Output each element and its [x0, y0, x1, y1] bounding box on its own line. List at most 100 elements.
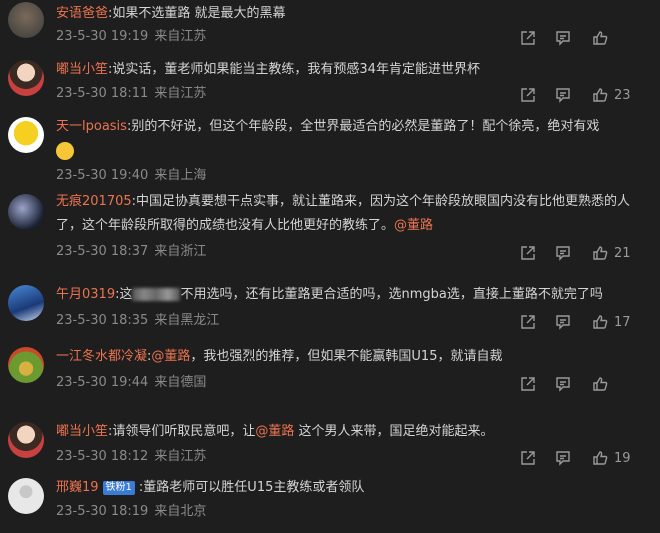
comment-text: 嘟当小笙:说实话，董老师如果能当主教练，我有预感34年肯定能进世界杯 — [56, 58, 640, 82]
comment-meta: 23-5-30 19:19 来自江苏 — [56, 28, 212, 46]
avatar[interactable] — [8, 285, 44, 321]
location: 来自黑龙江 — [154, 313, 220, 328]
location: 来自江苏 — [154, 449, 207, 464]
like-count: 21 — [614, 245, 631, 261]
share-icon — [521, 88, 535, 102]
location: 来自北京 — [154, 504, 207, 519]
like-button[interactable]: 21 — [592, 243, 631, 263]
username[interactable]: 一江冬水都冷凝 — [56, 349, 147, 364]
timestamp: 23-5-30 19:44 — [56, 375, 149, 390]
mention-link[interactable]: @董路 — [151, 349, 190, 364]
comment-icon — [556, 88, 570, 103]
username[interactable]: 无痕201705 — [56, 194, 132, 209]
share-icon — [521, 451, 535, 465]
mention-link[interactable]: @董路 — [255, 424, 294, 439]
timestamp: 23-5-30 19:40 — [56, 168, 149, 183]
username[interactable]: 邢巍19 — [56, 480, 99, 495]
comment-meta: 23-5-30 18:12 来自江苏 — [56, 448, 212, 466]
username[interactable]: 天一lpoasis — [56, 119, 127, 134]
like-button[interactable] — [592, 374, 614, 394]
thumbs-up-icon — [593, 377, 608, 391]
comment-text: 天一lpoasis:别的不好说，但这个年龄段，全世界最适合的必然是董路了！配个徐… — [56, 115, 640, 163]
comment-body: :这 — [115, 287, 133, 302]
mention-link[interactable]: @董路 — [394, 218, 433, 233]
like-button[interactable] — [592, 28, 614, 48]
comment-meta: 23-5-30 19:40 来自上海 — [56, 167, 212, 185]
username[interactable]: 嘟当小笙 — [56, 62, 108, 77]
like-button[interactable]: 19 — [592, 448, 631, 468]
thumbs-up-icon — [593, 246, 608, 260]
comment-text: 午月0319:这 不用选吗，还有比董路更合适的吗，选nmgba选，直接上董路不就完… — [56, 283, 640, 307]
avatar[interactable] — [8, 422, 44, 458]
location: 来自江苏 — [154, 29, 207, 44]
reply-button[interactable] — [555, 312, 571, 332]
comment-text: 一江冬水都冷凝:@董路，我也强烈的推荐，但如果不能赢韩国U15，就请自裁 — [56, 345, 640, 369]
comment-text: 邢巍19 铁粉1:董路老师可以胜任U15主教练或者领队 — [56, 476, 640, 500]
comment-meta: 23-5-30 18:19 来自北京 — [56, 503, 212, 521]
like-button[interactable]: 23 — [592, 85, 631, 105]
reply-button[interactable] — [555, 243, 571, 263]
share-button[interactable] — [520, 243, 536, 263]
comment-text: 安语爸爸:如果不选董路 就是最大的黑幕 — [56, 2, 640, 26]
comment-icon — [556, 451, 570, 466]
avatar[interactable] — [8, 194, 44, 230]
censored-text — [132, 288, 181, 301]
timestamp: 23-5-30 18:19 — [56, 504, 149, 519]
comment-body-continued: 不用选吗，还有比董路更合适的吗，选nmgba选，直接上董路不就完了吗 — [180, 287, 603, 302]
timestamp: 23-5-30 18:11 — [56, 86, 149, 101]
username[interactable]: 午月0319 — [56, 287, 115, 302]
username[interactable]: 安语爸爸 — [56, 6, 108, 21]
share-icon — [521, 315, 535, 329]
comment-icon — [556, 246, 570, 261]
comment-meta: 23-5-30 18:37 来自浙江 — [56, 243, 212, 261]
comment-actions: 17 — [520, 312, 660, 332]
avatar[interactable] — [8, 60, 44, 96]
location: 来自上海 — [154, 168, 207, 183]
share-icon — [521, 377, 535, 391]
thumbs-up-icon — [593, 31, 608, 45]
comment-actions: 19 — [520, 448, 660, 468]
reply-button[interactable] — [555, 448, 571, 468]
comment-text: 无痕201705:中国足协真要想干点实事，就让董路来，因为这个年龄段放眼国内没有… — [56, 190, 640, 238]
reply-button[interactable] — [555, 28, 571, 48]
laughing-emoji-icon — [56, 141, 74, 160]
timestamp: 23-5-30 19:19 — [56, 29, 149, 44]
avatar[interactable] — [8, 478, 44, 514]
location: 来自德国 — [154, 375, 207, 390]
avatar[interactable] — [8, 117, 44, 153]
comment-actions: 21 — [520, 243, 660, 263]
location: 来自江苏 — [154, 86, 207, 101]
timestamp: 23-5-30 18:37 — [56, 244, 149, 259]
comment-body: :中国足协真要想干点实事，就让董路来，因为这个年龄段放眼国内没有比他更熟悉的人了… — [56, 194, 631, 233]
comment-body: :如果不选董路 就是最大的黑幕 — [108, 6, 286, 21]
comment-actions: 23 — [520, 85, 660, 105]
share-button[interactable] — [520, 448, 536, 468]
fan-badge: 铁粉1 — [102, 480, 135, 495]
reply-button[interactable] — [555, 85, 571, 105]
avatar[interactable] — [8, 2, 44, 38]
like-button[interactable]: 17 — [592, 312, 631, 332]
comment-actions — [520, 374, 660, 394]
location: 来自浙江 — [154, 244, 207, 259]
timestamp: 23-5-30 18:12 — [56, 449, 149, 464]
share-button[interactable] — [520, 312, 536, 332]
avatar[interactable] — [8, 347, 44, 383]
comment-text: 嘟当小笙:请领导们听取民意吧，让@董路 这个男人来带，国足绝对能起来。 — [56, 420, 640, 444]
share-button[interactable] — [520, 374, 536, 394]
comment-icon — [556, 377, 570, 392]
share-button[interactable] — [520, 85, 536, 105]
comment-body: :董路老师可以胜任U15主教练或者领队 — [138, 480, 365, 495]
comment-meta: 23-5-30 19:44 来自德国 — [56, 374, 212, 392]
share-icon — [521, 246, 535, 260]
thumbs-up-icon — [593, 315, 608, 329]
comment-meta: 23-5-30 18:11 来自江苏 — [56, 85, 212, 103]
reply-button[interactable] — [555, 374, 571, 394]
comment-icon — [556, 31, 570, 46]
share-button[interactable] — [520, 28, 536, 48]
comment-body: :别的不好说，但这个年龄段，全世界最适合的必然是董路了！配个徐亮，绝对有戏 — [126, 119, 600, 134]
comment-body-continued: ，我也强烈的推荐，但如果不能赢韩国U15，就请自裁 — [190, 349, 503, 364]
username[interactable]: 嘟当小笙 — [56, 424, 108, 439]
timestamp: 23-5-30 18:35 — [56, 313, 149, 328]
thumbs-up-icon — [593, 451, 608, 465]
comment-icon — [556, 315, 570, 330]
